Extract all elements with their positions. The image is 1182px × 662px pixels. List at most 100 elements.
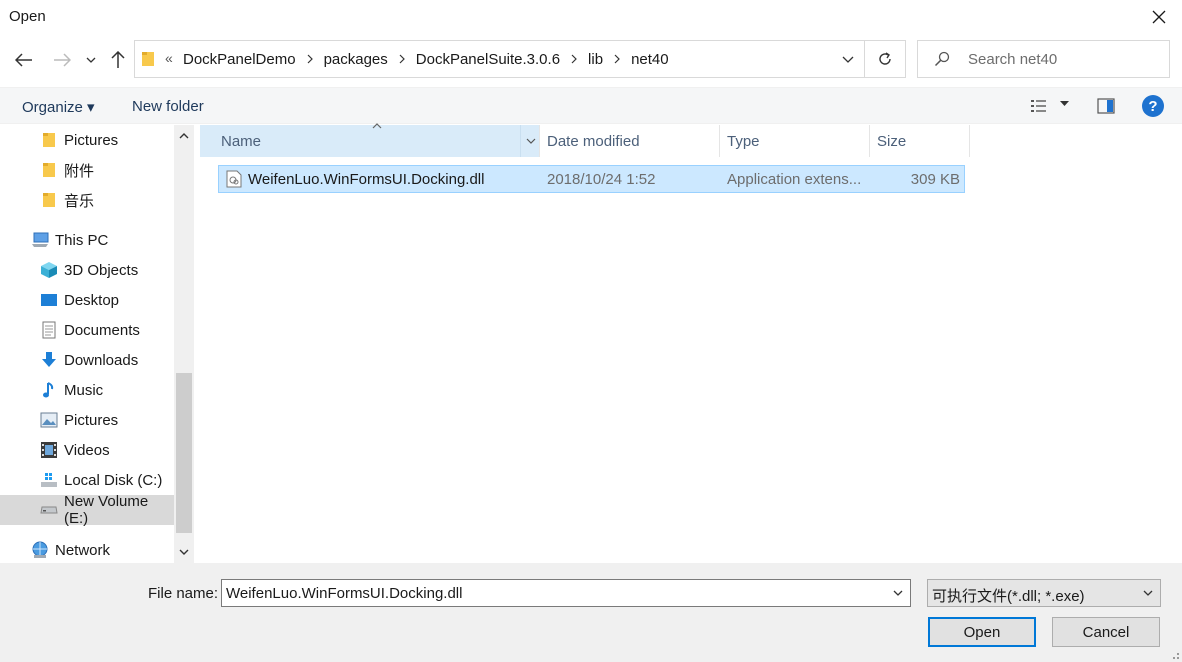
sort-ascending-icon	[372, 123, 382, 129]
column-label: Name	[221, 132, 262, 150]
nav-item-label: Downloads	[64, 351, 139, 369]
search-input[interactable]: Search net40	[917, 40, 1170, 78]
search-placeholder: Search net40	[968, 51, 1058, 68]
title-bar: Open	[0, 0, 1182, 34]
file-size: 309 KB	[910, 171, 960, 188]
dll-file-icon	[226, 170, 242, 188]
nav-item-new-volume-e[interactable]: New Volume (E:)	[0, 493, 174, 527]
recent-locations-button[interactable]	[80, 48, 102, 72]
column-header-name[interactable]: Name	[200, 123, 540, 157]
nav-item-local-disk-c[interactable]: Local Disk (C:)	[0, 465, 174, 495]
view-options-dropdown-icon[interactable]	[1060, 101, 1069, 107]
film-icon	[40, 441, 58, 459]
file-type-dropdown[interactable]	[1136, 580, 1160, 606]
organize-menu[interactable]: Organize ▾	[22, 98, 95, 116]
chevron-up-icon	[179, 133, 189, 139]
open-button[interactable]: Open	[928, 617, 1036, 647]
chevron-down-icon	[86, 57, 96, 63]
file-type-filter-value: 可执行文件(*.dll; *.exe)	[932, 588, 1085, 605]
scroll-up-button[interactable]	[174, 125, 194, 147]
file-name-history-dropdown[interactable]	[886, 580, 910, 606]
column-header-type[interactable]: Type	[720, 125, 870, 157]
column-label: Size	[877, 132, 907, 150]
forward-button[interactable]	[50, 48, 74, 72]
nav-item-network[interactable]: Network	[0, 535, 174, 563]
help-button[interactable]: ?	[1142, 95, 1164, 117]
nav-item-pictures-quick[interactable]: Pictures	[0, 125, 174, 155]
nav-scrollbar[interactable]	[174, 125, 194, 563]
back-button[interactable]	[12, 48, 36, 72]
column-label: Date modified	[547, 132, 640, 150]
file-name-value[interactable]: WeifenLuo.WinFormsUI.Docking.dll	[226, 585, 462, 602]
drive-icon	[40, 501, 58, 519]
file-type-filter[interactable]: 可执行文件(*.dll; *.exe)	[927, 579, 1161, 607]
back-arrow-icon	[15, 53, 32, 67]
resize-grip-icon[interactable]	[1168, 648, 1180, 660]
new-folder-button[interactable]: New folder	[132, 98, 204, 115]
breadcrumb: DockPanelDemo packages DockPanelSuite.3.…	[183, 41, 669, 77]
picture-icon	[40, 411, 58, 429]
nav-item-3d-objects[interactable]: 3D Objects	[0, 255, 174, 285]
nav-item-label: Music	[64, 381, 104, 399]
file-date: 2018/10/24 1:52	[547, 171, 656, 188]
file-row[interactable]: WeifenLuo.WinFormsUI.Docking.dll 2018/10…	[218, 165, 965, 193]
breadcrumb-item[interactable]: packages	[324, 51, 388, 68]
refresh-button[interactable]	[864, 41, 905, 77]
nav-item-desktop[interactable]: Desktop	[0, 285, 174, 315]
music-note-icon	[40, 381, 58, 399]
scroll-down-button[interactable]	[174, 541, 194, 563]
chevron-down-icon	[842, 56, 854, 63]
cancel-button[interactable]: Cancel	[1052, 617, 1160, 647]
scroll-thumb[interactable]	[176, 373, 192, 533]
chevron-right-icon[interactable]	[603, 41, 631, 77]
cube-icon	[40, 261, 58, 279]
windows-drive-icon	[40, 471, 58, 489]
chevron-down-icon	[1143, 590, 1153, 596]
column-header-size[interactable]: Size	[870, 125, 970, 157]
chevron-down-icon	[179, 549, 189, 555]
column-label: Type	[727, 132, 760, 150]
nav-item-documents[interactable]: Documents	[0, 315, 174, 345]
breadcrumb-item[interactable]: DockPanelDemo	[183, 51, 296, 68]
nav-item-music-cn[interactable]: 音乐	[0, 185, 174, 215]
breadcrumb-item[interactable]: DockPanelSuite.3.0.6	[416, 51, 560, 68]
forward-arrow-icon	[54, 53, 71, 67]
download-arrow-icon	[40, 351, 58, 369]
address-bar[interactable]: « DockPanelDemo packages DockPanelSuite.…	[134, 40, 906, 78]
breadcrumb-item[interactable]: net40	[631, 51, 669, 68]
chevron-down-icon	[893, 590, 903, 596]
desktop-icon	[40, 291, 58, 309]
nav-item-attachments[interactable]: 附件	[0, 155, 174, 185]
command-bar: Organize ▾ New folder ?	[0, 87, 1182, 124]
nav-item-this-pc[interactable]: This PC	[0, 225, 174, 255]
nav-item-label: 附件	[64, 162, 95, 180]
nav-item-label: Videos	[64, 441, 110, 459]
chevron-right-icon[interactable]	[388, 41, 416, 77]
nav-item-label: Desktop	[64, 291, 120, 309]
view-details-icon[interactable]	[1030, 98, 1048, 114]
file-type: Application extens...	[727, 171, 862, 188]
file-name: WeifenLuo.WinFormsUI.Docking.dll	[248, 171, 485, 188]
close-button[interactable]	[1136, 0, 1182, 34]
column-filter-dropdown[interactable]	[520, 125, 540, 157]
nav-item-pictures[interactable]: Pictures	[0, 405, 174, 435]
document-icon	[40, 321, 58, 339]
file-name-field[interactable]: WeifenLuo.WinFormsUI.Docking.dll	[221, 579, 911, 607]
breadcrumb-item[interactable]: lib	[588, 51, 603, 68]
file-list: Name Date modified Type Size WeifenLuo.W…	[200, 123, 1182, 563]
address-overflow[interactable]: «	[165, 50, 173, 66]
nav-item-label: New Volume (E:)	[64, 493, 149, 527]
chevron-right-icon[interactable]	[296, 41, 324, 77]
column-header-date[interactable]: Date modified	[540, 125, 720, 157]
folder-icon	[40, 161, 58, 179]
dialog-footer: File name: WeifenLuo.WinFormsUI.Docking.…	[0, 563, 1182, 662]
nav-item-label: Pictures	[64, 411, 119, 429]
address-history-dropdown[interactable]	[832, 41, 864, 77]
preview-pane-icon[interactable]	[1097, 98, 1115, 114]
chevron-right-icon[interactable]	[560, 41, 588, 77]
nav-item-videos[interactable]: Videos	[0, 435, 174, 465]
up-button[interactable]	[106, 48, 130, 72]
nav-item-downloads[interactable]: Downloads	[0, 345, 174, 375]
nav-item-music[interactable]: Music	[0, 375, 174, 405]
nav-item-label: This PC	[55, 231, 109, 249]
